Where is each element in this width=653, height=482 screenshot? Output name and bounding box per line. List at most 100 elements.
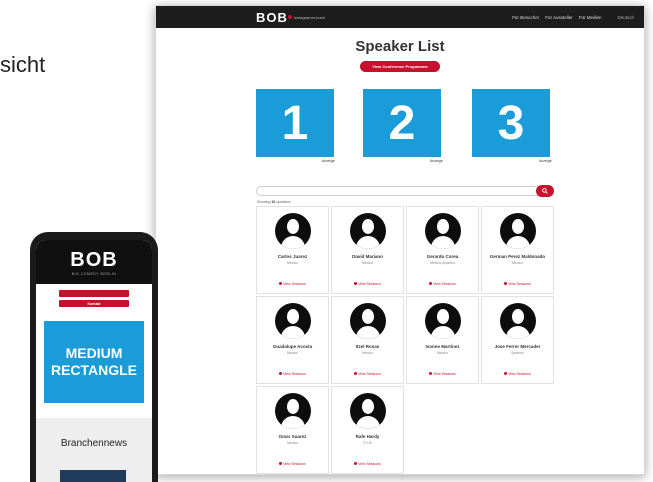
results-count: Showing 10 speakers	[257, 200, 291, 204]
sponsor-label-1: Anzeige	[322, 159, 335, 163]
speaker-card[interactable]: David Mariano Mexico View Sessions	[331, 206, 404, 294]
speaker-card[interactable]: Rafe Hardy IT-US View Sessions	[331, 386, 404, 474]
speaker-card[interactable]: Gerardo Corea Mexico-Spanien View Sessio…	[406, 206, 479, 294]
search-icon	[542, 188, 548, 194]
medium-rectangle-ad[interactable]: MEDIUM RECTANGLE	[44, 321, 144, 403]
view-sessions-link[interactable]: View Sessions	[257, 462, 328, 466]
news-thumbnail[interactable]	[60, 470, 126, 482]
speaker-name: Gerardo Corea	[426, 254, 459, 259]
logo-text: BOB	[256, 9, 288, 25]
page-title: Speaker List	[355, 38, 445, 55]
view-sessions-link[interactable]: View Sessions	[482, 282, 553, 286]
view-sessions-link[interactable]: View Sessions	[257, 372, 328, 376]
speaker-name: Itzel Rosas	[355, 344, 380, 349]
location-icon	[354, 372, 358, 375]
mobile-phone-frame: BOB BIG COMEDY BERLIN Kontakt MEDIUM REC…	[30, 232, 158, 482]
mobile-menu-bar[interactable]	[59, 290, 129, 297]
avatar-icon	[499, 303, 536, 339]
view-programme-button[interactable]: View Conference Programme	[360, 61, 440, 72]
location-icon	[429, 282, 433, 285]
speaker-card[interactable]: Carlos Juarez Mexico View Sessions	[256, 206, 329, 294]
news-heading: Branchennews	[60, 438, 128, 449]
view-sessions-label: View Sessions	[433, 372, 456, 376]
nav-item-medien[interactable]: Für Medien	[579, 15, 602, 20]
nav-item-besucher[interactable]: Für Besucher	[512, 15, 539, 20]
view-sessions-link[interactable]: View Sessions	[332, 282, 403, 286]
speaker-card[interactable]: Itzel Rosas Mexico View Sessions	[331, 296, 404, 384]
location-icon	[279, 372, 283, 375]
speaker-country: Mexico	[361, 351, 374, 355]
news-section: Branchennews	[36, 418, 152, 482]
location-icon	[354, 282, 358, 285]
cropped-heading: sicht	[0, 52, 46, 77]
location-icon	[504, 372, 508, 375]
avatar-icon	[274, 393, 311, 429]
speaker-country: Mexico	[511, 261, 524, 265]
speaker-name: German Perez Maldonado	[489, 254, 546, 259]
avatar-icon	[424, 213, 461, 249]
speaker-card[interactable]: Omar Suarez Mexico View Sessions	[256, 386, 329, 474]
view-sessions-label: View Sessions	[508, 372, 531, 376]
speaker-name: Rafe Hardy	[355, 434, 380, 439]
speaker-country: IT-US	[363, 441, 372, 445]
view-sessions-label: View Sessions	[508, 282, 531, 286]
sponsor-banner-2[interactable]: 2	[363, 89, 441, 157]
main-nav: Für Besucher Für Aussteller Für Medien D…	[512, 15, 634, 20]
contact-button[interactable]: Kontakt	[59, 300, 129, 307]
view-sessions-link[interactable]: View Sessions	[332, 462, 403, 466]
site-tagline: instagramm-buch	[288, 15, 325, 20]
view-sessions-label: View Sessions	[358, 372, 381, 376]
language-selector[interactable]: Deutsch	[617, 15, 634, 20]
search-button[interactable]	[536, 185, 554, 197]
mobile-logo[interactable]: BOB	[70, 249, 117, 272]
view-sessions-link[interactable]: View Sessions	[407, 372, 478, 376]
sponsor-banners: 1 Anzeige 2 Anzeige 3 Anzeige	[156, 89, 644, 169]
speaker-name: Guadalupe Acosta	[272, 344, 313, 349]
speaker-card[interactable]: Ivonne Martinez Mexico View Sessions	[406, 296, 479, 384]
speaker-name: Ivonne Martinez	[425, 344, 460, 349]
location-icon	[354, 462, 358, 465]
showing-suffix: speakers	[276, 200, 291, 204]
speaker-name: Jose Ferrer Mercader	[494, 344, 541, 349]
avatar-icon	[499, 213, 536, 249]
view-sessions-link[interactable]: View Sessions	[257, 282, 328, 286]
pin-icon	[288, 15, 292, 19]
speaker-country: Mexico	[361, 261, 374, 265]
speaker-country: Mexico	[436, 351, 449, 355]
avatar-icon	[349, 393, 386, 429]
view-sessions-label: View Sessions	[283, 462, 306, 466]
speaker-country: Mexico	[286, 351, 299, 355]
mobile-screen: BOB BIG COMEDY BERLIN Kontakt MEDIUM REC…	[36, 240, 152, 482]
location-icon	[279, 282, 283, 285]
speaker-search-input[interactable]	[256, 186, 554, 196]
speaker-card[interactable]: German Perez Maldonado Mexico View Sessi…	[481, 206, 554, 294]
view-sessions-label: View Sessions	[283, 372, 306, 376]
ad-line-2: RECTANGLE	[50, 362, 138, 378]
tagline-text: instagramm-buch	[294, 14, 325, 20]
avatar-icon	[349, 213, 386, 249]
sponsor-label-2: Anzeige	[430, 159, 443, 163]
screenshot-stage: sicht BOB instagramm-buch Für Besucher F…	[0, 0, 653, 482]
view-sessions-link[interactable]: View Sessions	[407, 282, 478, 286]
nav-item-aussteller[interactable]: Für Aussteller	[545, 15, 573, 20]
site-logo[interactable]: BOB	[256, 10, 287, 25]
speaker-card[interactable]: Guadalupe Acosta Mexico View Sessions	[256, 296, 329, 384]
speaker-card[interactable]: Jose Ferrer Mercader Spanien View Sessio…	[481, 296, 554, 384]
view-sessions-link[interactable]: View Sessions	[482, 372, 553, 376]
speaker-name: David Mariano	[352, 254, 383, 259]
view-sessions-label: View Sessions	[358, 462, 381, 466]
mobile-logo-subtitle: BIG COMEDY BERLIN	[71, 271, 117, 276]
view-sessions-label: View Sessions	[358, 282, 381, 286]
view-sessions-link[interactable]: View Sessions	[332, 372, 403, 376]
sponsor-banner-1[interactable]: 1	[256, 89, 334, 157]
showing-count: 10	[271, 200, 276, 204]
location-icon	[429, 372, 433, 375]
speaker-name: Carlos Juarez	[277, 254, 308, 259]
mobile-header: BOB BIG COMEDY BERLIN	[36, 240, 152, 284]
sponsor-label-3: Anzeige	[539, 159, 552, 163]
sponsor-banner-3[interactable]: 3	[472, 89, 550, 157]
avatar-icon	[349, 303, 386, 339]
avatar-icon	[274, 213, 311, 249]
site-header: BOB instagramm-buch Für Besucher Für Aus…	[156, 6, 644, 28]
speaker-country: Mexico-Spanien	[429, 261, 456, 265]
